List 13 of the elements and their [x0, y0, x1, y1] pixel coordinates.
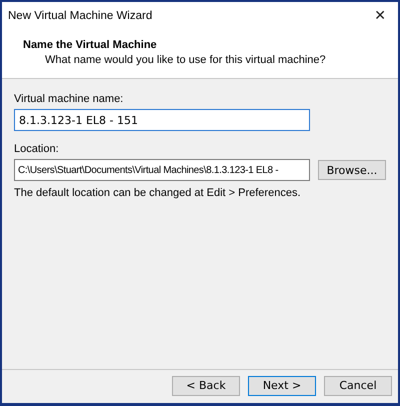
wizard-button[interactable]: Cancel — [324, 376, 392, 396]
page-title: Name the Virtual Machine — [23, 39, 158, 51]
location-note: The default location can be changed at Edit > Preferences. — [14, 187, 302, 199]
wizard-button[interactable]: < Back — [172, 376, 240, 396]
page-subtitle: What name would you like to use for this virtual machine? — [44, 54, 327, 66]
name-field[interactable]: 8.1.3.123-1 EL8 - 151 — [14, 109, 310, 131]
close-button[interactable]: ✕ — [370, 8, 390, 24]
location-field[interactable]: C:\Users\Stuart\Documents\Virtual Machines\8.1.3.123-1 EL8 - — [14, 159, 310, 181]
window-title: New Virtual Machine Wizard — [8, 10, 152, 22]
wizard-button[interactable]: Next > — [248, 376, 316, 396]
browse-button[interactable]: Browse... — [318, 160, 386, 180]
field-label: Virtual machine name: — [14, 93, 124, 105]
field-label: Location: — [14, 143, 60, 155]
